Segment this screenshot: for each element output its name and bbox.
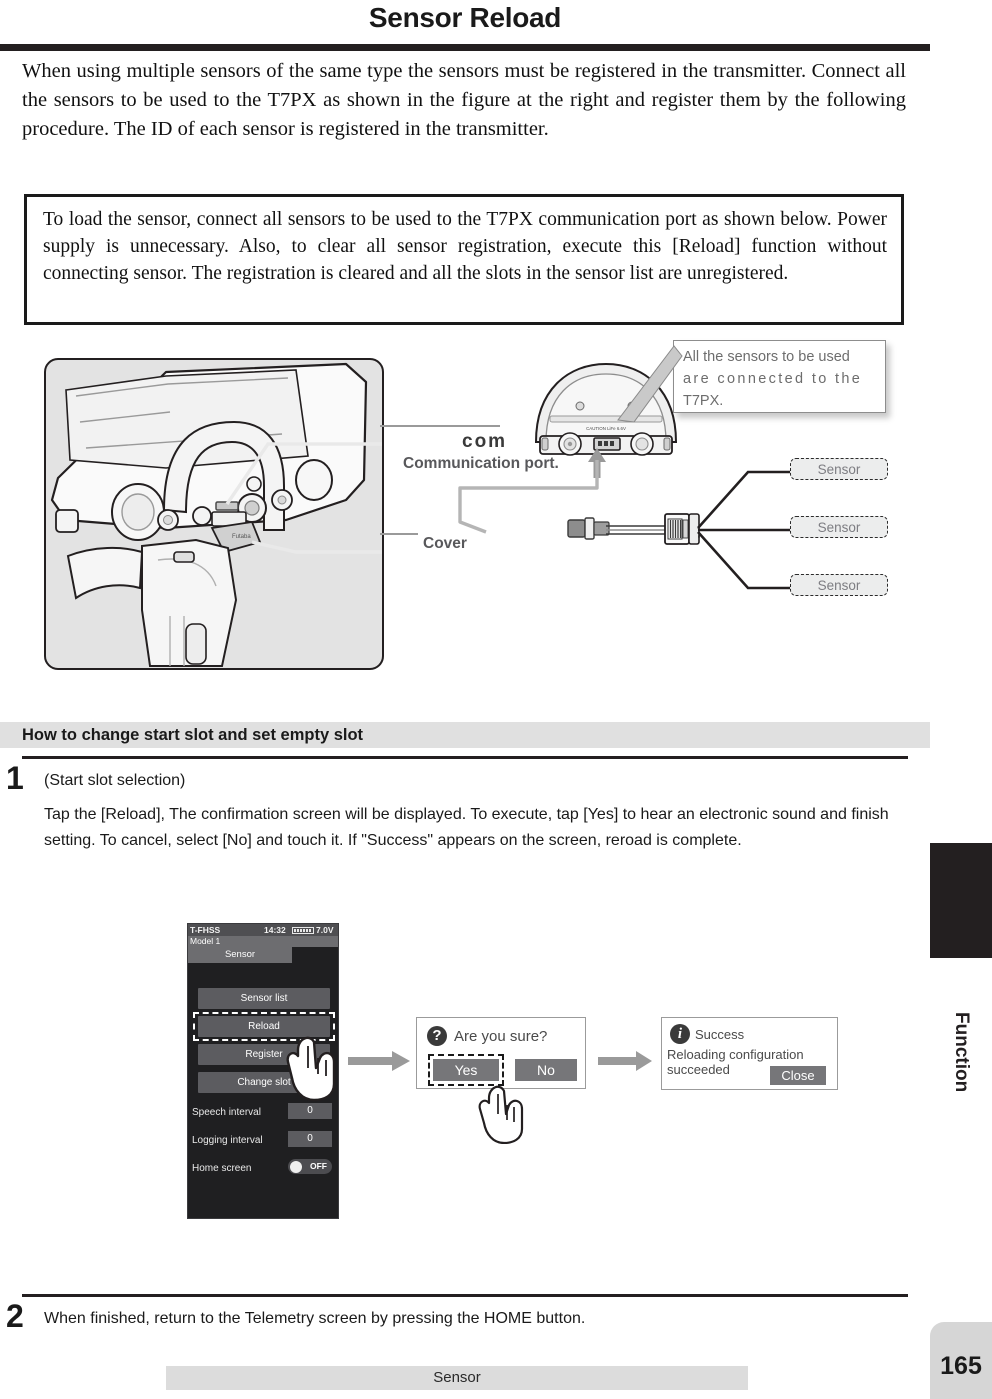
question-icon: ?	[427, 1026, 447, 1046]
section-band: How to change start slot and set empty s…	[0, 722, 930, 748]
callout-line-3: T7PX.	[683, 393, 724, 409]
connection-figure: Futaba CAUTION LiFe 6.6V All the sensors…	[0, 340, 930, 690]
flow-arrow-1	[348, 1051, 410, 1071]
success-dialog-title: Success	[695, 1027, 745, 1042]
step1-rule	[22, 756, 908, 759]
callout-sensors-connected: All the sensors to be used are connected…	[673, 340, 886, 413]
sensor-hub: Futaba	[664, 513, 700, 545]
transmitter-drawing: Futaba	[50, 362, 382, 667]
info-icon: i	[670, 1024, 690, 1044]
step2-rule	[22, 1294, 908, 1297]
callout-line-1: All the sensors to be used	[683, 349, 850, 365]
step-1-subtitle: (Start slot selection)	[44, 772, 186, 789]
step-1-number: 1	[6, 760, 24, 796]
confirm-dialog-title: Are you sure?	[454, 1028, 548, 1045]
lcd-clock: 14:32	[264, 925, 286, 935]
step-1-body: Tap the [Reload], The confirmation scree…	[44, 806, 889, 849]
sensor-pill-3: Sensor	[790, 574, 888, 596]
lcd-system-label: T-FHSS	[190, 925, 221, 935]
side-chapter-text: Function	[951, 1012, 972, 1093]
success-dialog: i Success Reloading configuration succee…	[661, 1017, 838, 1090]
svg-text:Futaba: Futaba	[232, 534, 251, 540]
lcd-value-speech-interval[interactable]: 0	[288, 1103, 332, 1119]
callout-line-2: are connected to the	[683, 371, 863, 387]
com-logo: com	[462, 431, 508, 452]
lcd-status-bar: T-FHSS 14:32 7.0V	[188, 924, 338, 936]
lcd-voltage: 7.0V	[316, 925, 334, 935]
page-number: 165	[940, 1352, 982, 1380]
success-close-button[interactable]: Close	[770, 1066, 826, 1085]
lcd-value-logging-interval[interactable]: 0	[288, 1131, 332, 1147]
step-2-number: 2	[6, 1298, 24, 1334]
note-box: To load the sensor, connect all sensors …	[24, 194, 904, 325]
cover-label: Cover	[423, 535, 467, 552]
finger-pointer-icon-1	[286, 1036, 336, 1102]
callout-pointer	[617, 345, 683, 423]
battery-icon	[292, 926, 314, 934]
flow-arrow-2	[598, 1051, 652, 1071]
sensor-pill-1: Sensor	[790, 458, 888, 480]
note-box-text: To load the sensor, connect all sensors …	[43, 209, 887, 284]
lcd-tab-sensor[interactable]: Sensor	[188, 947, 292, 963]
section-band-title: How to change start slot and set empty s…	[22, 726, 364, 744]
finger-pointer-icon-2	[478, 1085, 524, 1144]
transmitter-illustration-panel: Futaba	[44, 358, 384, 670]
header-rule	[0, 44, 930, 51]
page-title: Sensor Reload	[368, 2, 562, 33]
lcd-label-home-screen: Home screen	[192, 1163, 252, 1174]
sensor-pill-2: Sensor	[790, 516, 888, 538]
lcd-label-logging-interval: Logging interval	[192, 1135, 263, 1146]
lcd-button-sensor-list[interactable]: Sensor list	[198, 988, 330, 1009]
lcd-model-name: Model 1	[188, 936, 338, 947]
step-2-body: When finished, return to the Telemetry s…	[44, 1310, 586, 1327]
home-screen-toggle[interactable]: OFF	[288, 1159, 332, 1174]
cable-wires	[606, 525, 672, 535]
footer-section-label: Sensor	[166, 1366, 748, 1390]
manual-page: Sensor Reload When using multiple sensor…	[0, 0, 992, 1399]
side-chapter-marker	[930, 843, 992, 958]
lcd-label-speech-interval: Speech interval	[192, 1107, 261, 1118]
communication-port-label: Communication port.	[403, 455, 559, 472]
side-chapter-label: Function	[930, 960, 992, 1130]
intro-paragraph: When using multiple sensors of the same …	[22, 60, 906, 140]
